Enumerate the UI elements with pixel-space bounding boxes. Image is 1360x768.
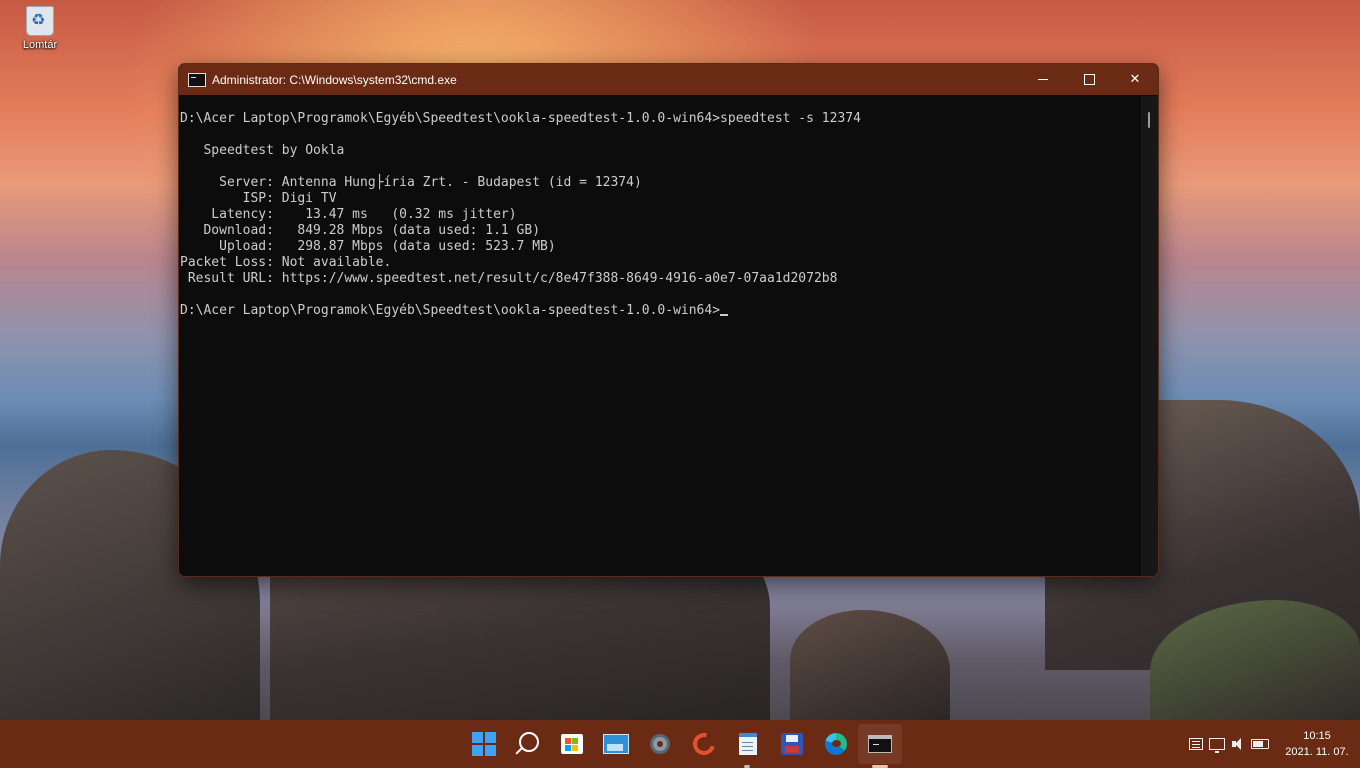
window-titlebar[interactable]: Administrator: C:\Windows\system32\cmd.e… [179,64,1158,95]
clock-date: 2021. 11. 07. [1285,746,1349,758]
console-line: Speedtest by Ookla [180,143,345,158]
console-line: Packet Loss: Not available. [180,255,392,270]
save-app[interactable] [770,720,814,768]
edge-browser[interactable] [814,720,858,768]
desktop-icon-recycle-bin[interactable]: Lomtár [16,6,64,51]
maximize-icon [1083,74,1095,85]
close-button[interactable]: ✕ [1112,64,1158,95]
notepad-icon [739,733,757,755]
console-line: Latency: 13.47 ms (0.32 ms jitter) [180,207,517,222]
microsoft-store[interactable] [550,720,594,768]
keyboard-icon[interactable] [1189,738,1203,750]
vertical-scrollbar[interactable] [1141,96,1158,576]
ccleaner-icon [688,728,720,760]
search-icon [519,732,539,752]
console-line: Result URL: https://www.speedtest.net/re… [180,271,838,286]
battery-icon[interactable] [1251,739,1269,749]
floppy-icon [781,733,803,755]
clock-time: 10:15 [1303,730,1331,742]
system-tray: 10:15 2021. 11. 07. [1186,720,1360,768]
desktop-icon-label: Lomtár [22,39,58,51]
taskbar: 10:15 2021. 11. 07. [0,720,1360,768]
cmd-window[interactable]: Administrator: C:\Windows\system32\cmd.e… [178,63,1159,577]
scrollbar-thumb[interactable] [1148,112,1150,128]
console-line: Upload: 298.87 Mbps (data used: 523.7 MB… [180,239,556,254]
taskbar-apps [462,720,902,768]
clock[interactable]: 10:15 2021. 11. 07. [1280,728,1354,760]
gear-icon [650,734,670,754]
minimize-icon [1038,79,1048,80]
recycle-bin-icon [26,6,54,36]
console-prompt: D:\Acer Laptop\Programok\Egyéb\Speedtest… [180,303,721,318]
cmd-icon [868,735,892,753]
console-line: ISP: Digi TV [180,191,337,206]
minimize-button[interactable] [1020,64,1066,95]
maximize-button[interactable] [1066,64,1112,95]
settings-app[interactable] [638,720,682,768]
windows-logo-icon [472,732,496,756]
console-line: Server: Antenna Hung├íria Zrt. - Budapes… [180,175,642,190]
close-icon: ✕ [1129,72,1141,87]
photos-app[interactable] [594,720,638,768]
console-line: Download: 849.28 Mbps (data used: 1.1 GB… [180,223,541,238]
start-button[interactable] [462,720,506,768]
notepad-app[interactable] [726,720,770,768]
edge-icon [825,733,847,755]
store-icon [561,734,583,754]
window-controls: ✕ [1020,64,1158,95]
ccleaner-app[interactable] [682,720,726,768]
text-cursor [720,314,729,316]
wallpaper-rock [790,610,950,720]
cmd-app-icon[interactable] [188,72,206,87]
network-icon[interactable] [1209,738,1225,753]
command-prompt[interactable] [858,724,902,768]
volume-icon[interactable] [1231,737,1245,751]
window-title: Administrator: C:\Windows\system32\cmd.e… [212,72,457,87]
console-line: D:\Acer Laptop\Programok\Egyéb\Speedtest… [180,111,861,126]
search-button[interactable] [506,720,550,768]
photos-icon [603,734,629,754]
console-output[interactable]: D:\Acer Laptop\Programok\Egyéb\Speedtest… [179,96,1141,576]
